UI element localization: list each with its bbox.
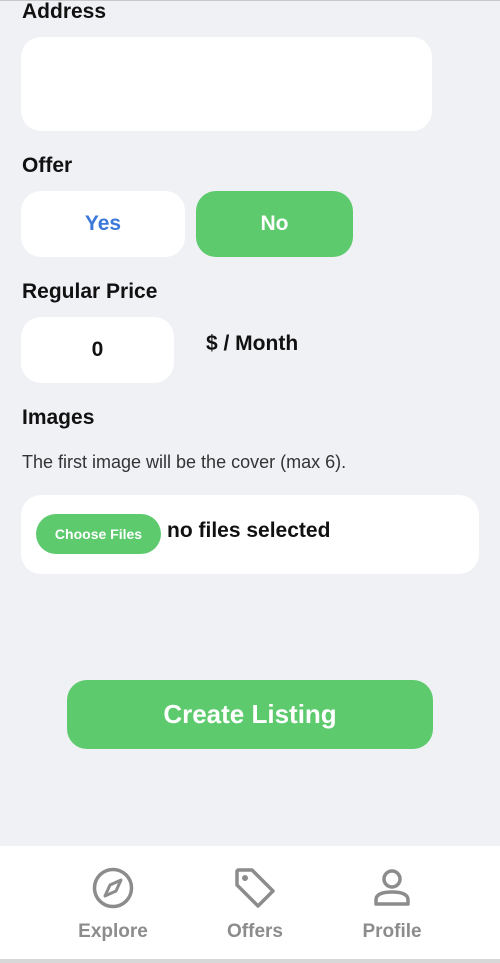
nav-profile[interactable]: Profile bbox=[332, 866, 452, 943]
compass-icon bbox=[92, 867, 134, 909]
images-label: Images bbox=[22, 406, 95, 429]
regular-price-field[interactable]: 0 bbox=[21, 317, 174, 383]
nav-profile-label: Profile bbox=[362, 921, 422, 942]
file-input-box: Choose Files no files selected bbox=[21, 495, 479, 574]
offer-label: Offer bbox=[22, 154, 73, 177]
regular-price-label: Regular Price bbox=[22, 280, 158, 303]
nav-explore[interactable]: Explore bbox=[53, 866, 173, 943]
person-icon bbox=[374, 869, 410, 906]
file-status-text: no files selected bbox=[167, 519, 331, 542]
offer-no-button[interactable]: No bbox=[196, 191, 353, 257]
address-field[interactable] bbox=[21, 37, 432, 131]
bottom-nav: Explore Offers Profile bbox=[0, 846, 500, 959]
offer-yes-button[interactable]: Yes bbox=[21, 191, 185, 257]
price-unit-label: $ / Month bbox=[206, 332, 299, 355]
images-hint: The first image will be the cover (max 6… bbox=[22, 452, 347, 472]
nav-offers-label: Offers bbox=[227, 921, 283, 942]
address-label: Address bbox=[22, 0, 107, 23]
nav-offers[interactable]: Offers bbox=[195, 866, 315, 943]
tag-icon bbox=[235, 868, 275, 908]
nav-explore-label: Explore bbox=[78, 921, 148, 942]
create-listing-button[interactable]: Create Listing bbox=[67, 680, 433, 749]
bottom-divider bbox=[0, 959, 500, 963]
choose-files-button[interactable]: Choose Files bbox=[36, 514, 161, 554]
